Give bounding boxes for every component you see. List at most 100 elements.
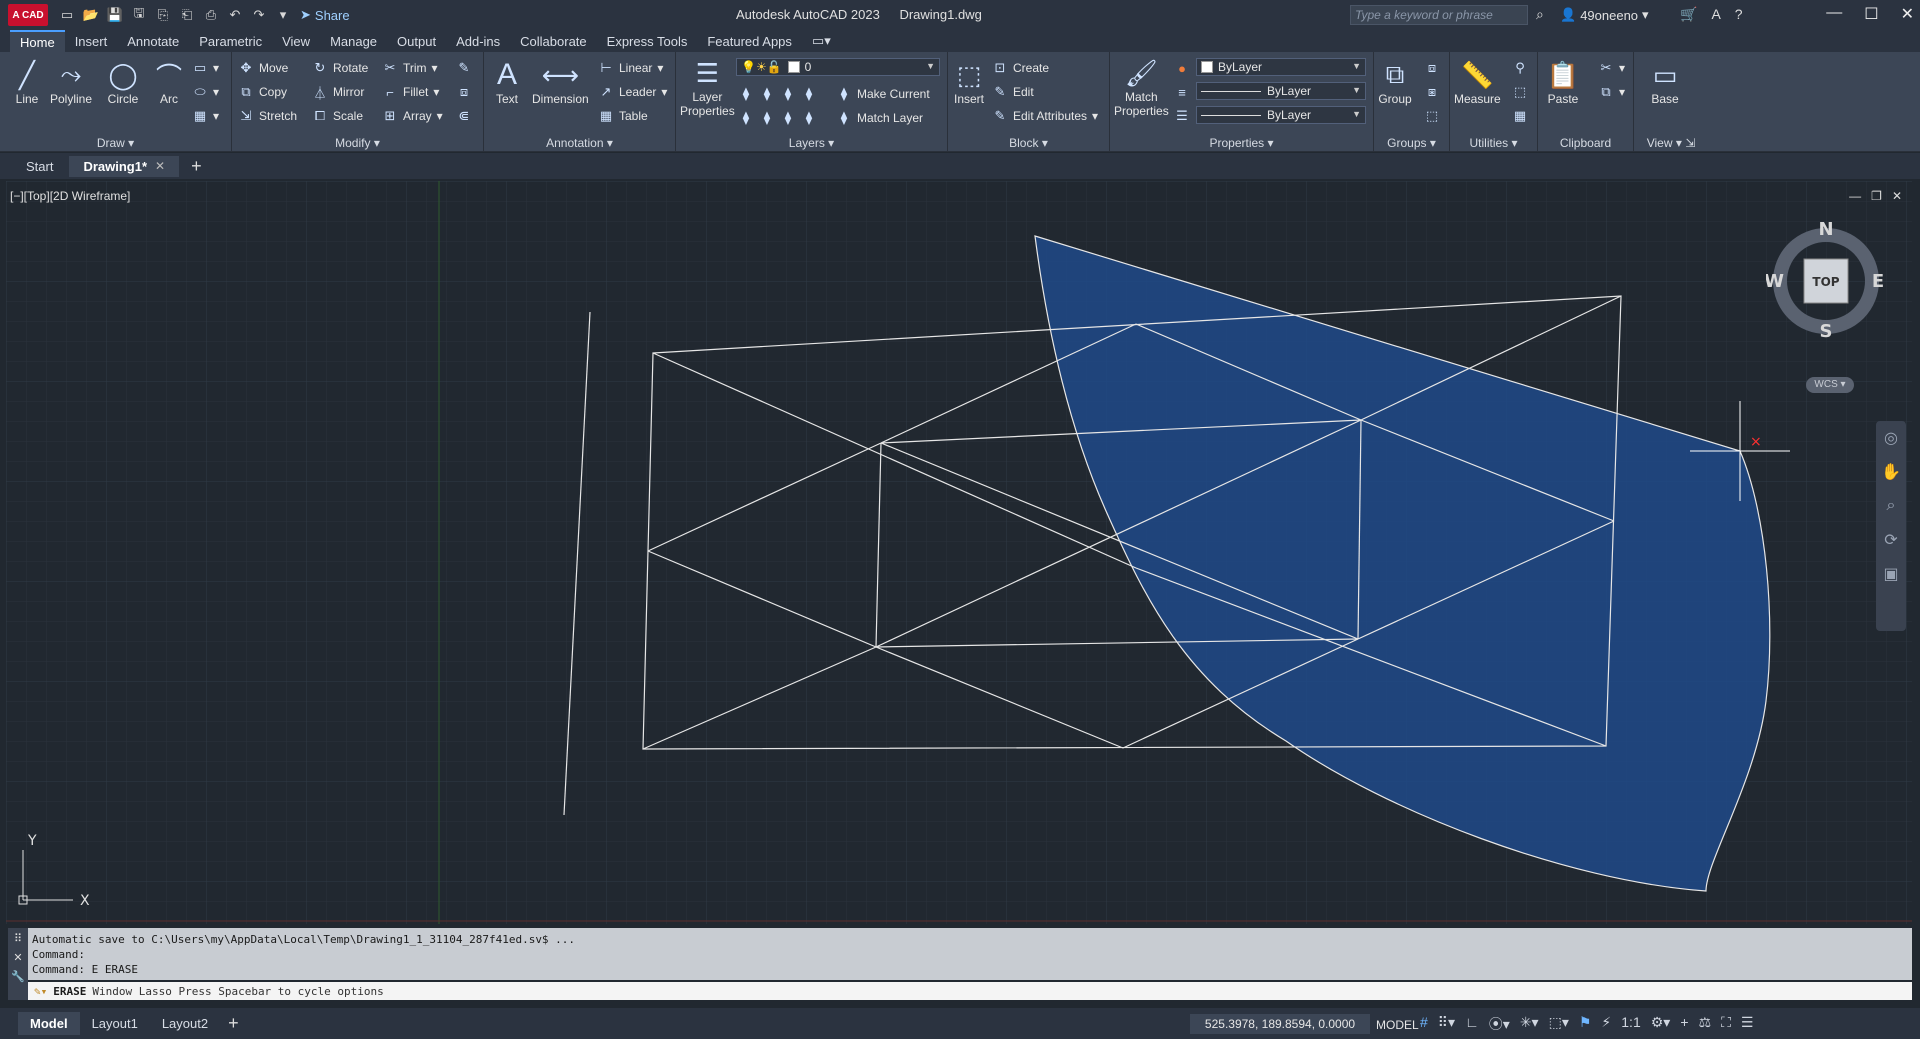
copy-button[interactable]: ⧉ Copy xyxy=(238,84,287,100)
layer-dropdown[interactable]: 💡☀🔓 0 ▼ xyxy=(736,58,940,76)
groups-panel-title[interactable]: Groups ▾ xyxy=(1374,136,1449,150)
lineweight-dropdown[interactable]: ByLayer ▼ xyxy=(1196,106,1366,124)
cart-icon[interactable]: 🛒 xyxy=(1680,6,1697,23)
ungroup-button[interactable]: ⧈ xyxy=(1424,60,1440,76)
linetype-dropdown[interactable]: ByLayer ▼ xyxy=(1196,82,1366,100)
text-button[interactable]: A Text xyxy=(490,58,524,106)
quick-select-button[interactable]: ⚲ xyxy=(1512,60,1528,76)
tab-add-ins[interactable]: Add-ins xyxy=(446,30,510,52)
annotation-scale[interactable]: 1:1 xyxy=(1621,1014,1640,1034)
units-icon[interactable]: ⚖ xyxy=(1699,1014,1712,1034)
tab-view[interactable]: View xyxy=(272,30,320,52)
dimension-button[interactable]: ⟷ Dimension xyxy=(532,58,589,107)
match-properties-button[interactable]: 🖌 Match Properties xyxy=(1114,56,1169,119)
scale-button[interactable]: ⧠ Scale xyxy=(312,108,363,124)
match-layer-button[interactable]: ⧫ Match Layer xyxy=(836,110,923,126)
hatch-button[interactable]: ⬭ ▾ xyxy=(192,84,219,100)
annotation-visibility-icon[interactable]: ⚑ xyxy=(1579,1014,1592,1034)
edit-block-button[interactable]: ✎ Edit xyxy=(992,84,1034,100)
make-current-button[interactable]: ⧫ Make Current xyxy=(836,86,930,102)
layer-lock-icon[interactable]: ⧫ xyxy=(801,86,817,102)
help-search-input[interactable]: Type a keyword or phrase xyxy=(1350,5,1528,25)
add-layout-icon[interactable]: + xyxy=(228,1013,239,1034)
stretch-button[interactable]: ⇲ Stretch xyxy=(238,108,297,124)
isodraft-icon[interactable]: ✳▾ xyxy=(1520,1014,1539,1034)
tab-featured-apps[interactable]: Featured Apps xyxy=(697,30,802,52)
array-button[interactable]: ⊞ Array ▾ xyxy=(382,108,443,124)
create-block-button[interactable]: ⊡ Create xyxy=(992,60,1049,76)
wcs-menu[interactable]: WCS ▾ xyxy=(1806,377,1854,393)
rotate-button[interactable]: ↻ Rotate xyxy=(312,60,369,76)
customize-qat-icon[interactable]: ▾ xyxy=(274,6,292,24)
tab-layout1[interactable]: Layout1 xyxy=(80,1012,150,1035)
grid-icon[interactable]: # xyxy=(1420,1014,1428,1034)
group-select-button[interactable]: ⬚ xyxy=(1424,108,1440,124)
rectangle-button[interactable]: ▭ ▾ xyxy=(192,60,219,76)
tab-insert[interactable]: Insert xyxy=(65,30,118,52)
viewport-controls-label[interactable]: [−][Top][2D Wireframe] xyxy=(10,189,130,203)
leader-button[interactable]: ↗ Leader ▾ xyxy=(598,84,668,100)
modify-panel-title[interactable]: Modify ▾ xyxy=(232,136,483,150)
layers-panel-title[interactable]: Layers ▾ xyxy=(676,136,947,150)
view-panel-title[interactable]: View ▾ ⇲ xyxy=(1634,136,1708,150)
snap-icon[interactable]: ⠿▾ xyxy=(1438,1014,1455,1034)
viewcube-top-face[interactable]: TOP xyxy=(1812,275,1839,289)
minimize-icon[interactable]: — xyxy=(1826,4,1842,24)
tab-model[interactable]: Model xyxy=(18,1012,80,1035)
base-button[interactable]: ▭ Base xyxy=(1648,58,1682,107)
compass-west[interactable]: W xyxy=(1766,271,1784,292)
undo-icon[interactable]: ↶ xyxy=(226,6,244,24)
group-edit-button[interactable]: ⧆ xyxy=(1424,84,1440,100)
open-icon[interactable]: 📂 xyxy=(82,6,100,24)
insert-button[interactable]: ⬚ Insert xyxy=(952,58,986,107)
restore-viewport-icon[interactable]: ❐ xyxy=(1871,189,1882,203)
tab-manage[interactable]: Manage xyxy=(320,30,387,52)
line-button[interactable]: ╱ Line xyxy=(10,58,44,107)
grip-icon[interactable]: ⠿ xyxy=(14,932,22,945)
zoom-icon[interactable]: ⌕ xyxy=(1876,489,1906,523)
trim-button[interactable]: ✂ Trim ▾ xyxy=(382,60,438,76)
tab-annotate[interactable]: Annotate xyxy=(117,30,189,52)
linear-button[interactable]: ⊢ Linear ▾ xyxy=(598,60,663,76)
layer-freeze-icon[interactable]: ⧫ xyxy=(780,86,796,102)
web-save-icon[interactable]: ⎗ xyxy=(178,6,196,24)
minimize-viewport-icon[interactable]: — xyxy=(1849,189,1861,203)
osnap-icon[interactable]: ⬚▾ xyxy=(1549,1014,1569,1034)
drawing-canvas[interactable]: × Y X [−][Top][2D Wireframe] — ❐ ✕ TOP N… xyxy=(6,181,1912,924)
showmotion-icon[interactable]: ▣ xyxy=(1876,557,1906,591)
plot-icon[interactable]: ⎙ xyxy=(202,6,220,24)
layer-off-icon[interactable]: ⧫ xyxy=(738,86,754,102)
copy-clip-button[interactable]: ⧉ ▾ xyxy=(1598,84,1625,100)
save-icon[interactable]: 💾 xyxy=(106,6,124,24)
coordinates-readout[interactable]: 525.3978, 189.8594, 0.0000 xyxy=(1190,1014,1370,1034)
tab-output[interactable]: Output xyxy=(387,30,446,52)
calculator-button[interactable]: ▦ xyxy=(1512,108,1528,124)
customize-command-icon[interactable]: 🔧 xyxy=(11,970,25,983)
properties-panel-title[interactable]: Properties ▾ xyxy=(1110,136,1373,150)
circle-button[interactable]: ◯ Circle xyxy=(106,58,140,107)
tab-parametric[interactable]: Parametric xyxy=(189,30,272,52)
tab-layout2[interactable]: Layout2 xyxy=(150,1012,220,1035)
polar-icon[interactable]: ⦿▾ xyxy=(1489,1014,1510,1034)
color-dropdown[interactable]: ByLayer ▼ xyxy=(1196,58,1366,76)
mirror-button[interactable]: ⏃ Mirror xyxy=(312,84,364,101)
gear-icon[interactable]: ⚙▾ xyxy=(1651,1014,1671,1034)
draw-panel-title[interactable]: Draw ▾ xyxy=(0,136,231,150)
explode-button[interactable]: ⧈ xyxy=(456,84,472,100)
select-all-button[interactable]: ⬚ xyxy=(1512,84,1528,100)
plus-icon[interactable]: + xyxy=(1680,1014,1688,1034)
group-button[interactable]: ⧉ Group xyxy=(1378,58,1412,106)
layer-unlock-icon[interactable]: ⧫ xyxy=(801,110,817,126)
erase-button[interactable]: ✎ xyxy=(456,60,472,76)
orbit-icon[interactable]: ⟳ xyxy=(1876,523,1906,557)
ortho-icon[interactable]: ∟ xyxy=(1465,1014,1479,1034)
utilities-panel-title[interactable]: Utilities ▾ xyxy=(1450,136,1537,150)
edit-attributes-button[interactable]: ✎ Edit Attributes ▾ xyxy=(992,108,1099,124)
user-account[interactable]: 👤 49oneeno ▾ xyxy=(1560,7,1649,23)
new-tab-icon[interactable]: + xyxy=(191,156,202,177)
autodesk-icon[interactable]: A xyxy=(1711,6,1720,23)
layer-properties-button[interactable]: ☰ Layer Properties xyxy=(680,56,735,119)
maximize-icon[interactable]: ☐ xyxy=(1864,4,1878,24)
block-panel-title[interactable]: Block ▾ xyxy=(948,136,1109,150)
web-open-icon[interactable]: ⎘ xyxy=(154,6,172,24)
